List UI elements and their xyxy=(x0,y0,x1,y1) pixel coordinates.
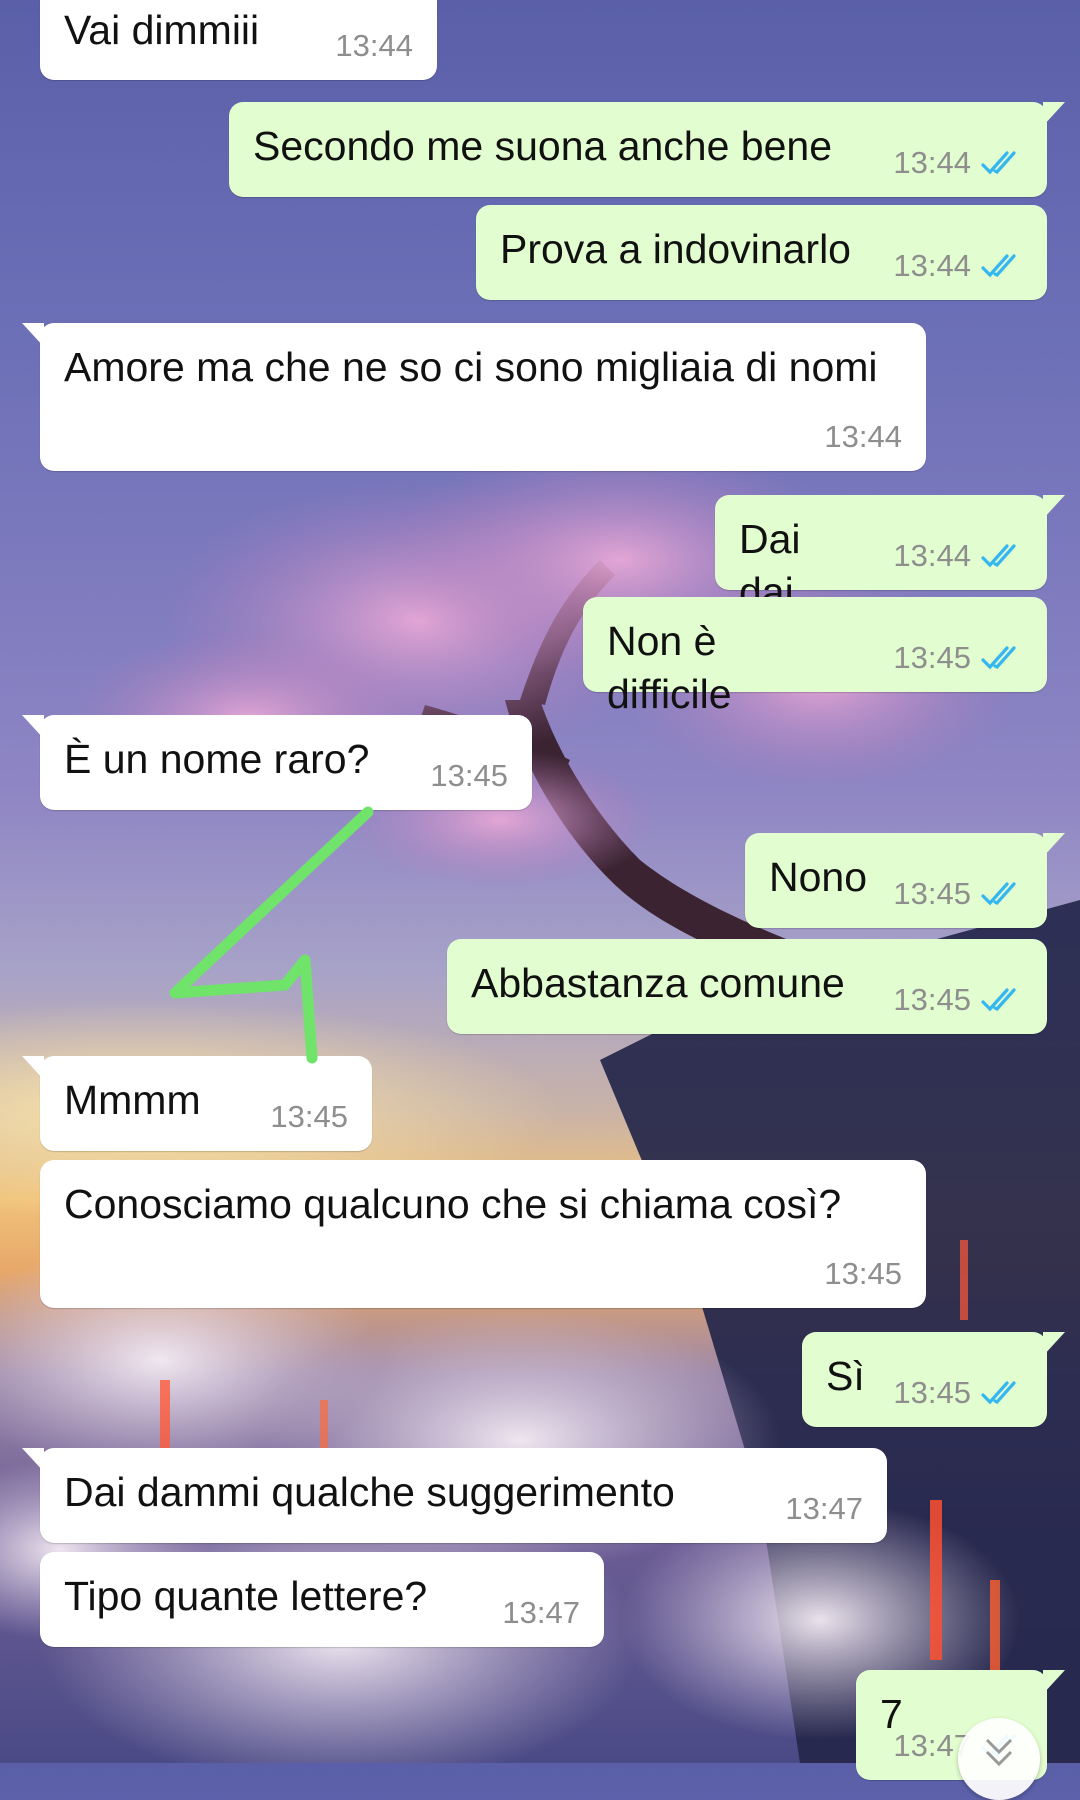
annotation-arrow xyxy=(169,806,374,1064)
scroll-to-bottom-button[interactable] xyxy=(958,1718,1040,1800)
chevron-down-icon xyxy=(985,1738,1013,1767)
